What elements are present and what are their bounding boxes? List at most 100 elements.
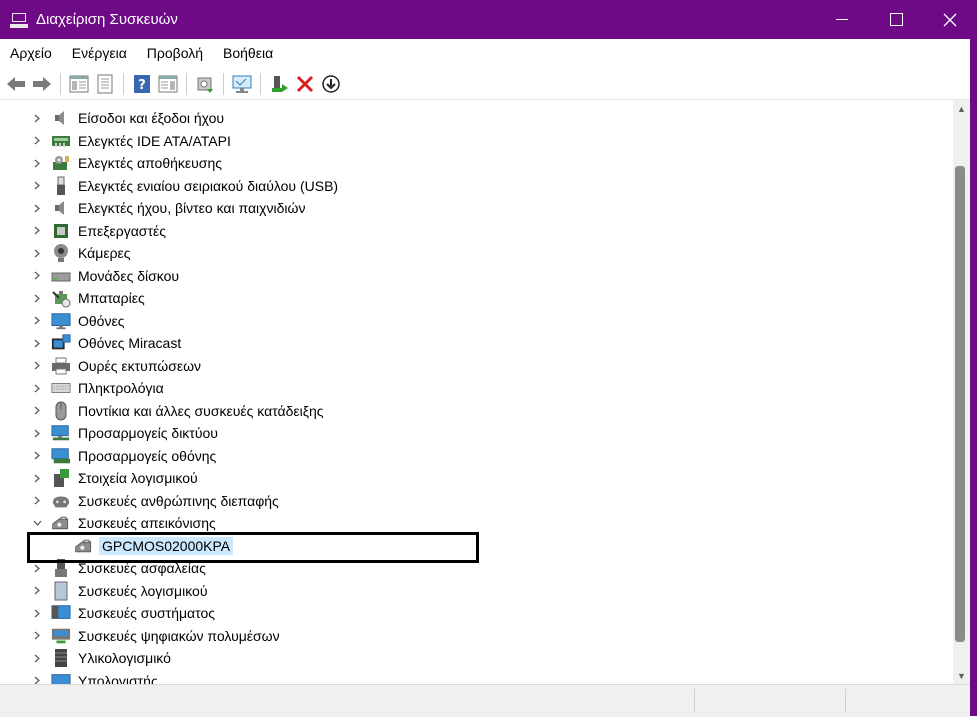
scrollbar-thumb[interactable] — [955, 166, 965, 642]
device-tree: Είσοδοι και έξοδοι ήχου Ελεγκτές IDE ATA/… — [0, 100, 953, 684]
tree-category-item[interactable]: Ελεγκτές ήχου, βίντεο και παιχνιδιών — [0, 197, 953, 219]
tree-category-item[interactable]: Οθόνες Miracast — [0, 332, 953, 354]
chevron-right-icon[interactable] — [32, 400, 42, 422]
tree-category-item[interactable]: Συσκευές λογισμικού — [0, 580, 953, 602]
tree-category-item[interactable]: Συσκευές ψηφιακών πολυμέσων — [0, 625, 953, 647]
camera-icon — [51, 243, 71, 263]
chevron-right-icon[interactable] — [32, 377, 42, 399]
printer-icon — [51, 356, 71, 376]
scroll-up-arrow-icon[interactable]: ▲ — [953, 100, 970, 117]
display-adapter-icon — [51, 446, 71, 466]
chevron-right-icon[interactable] — [32, 625, 42, 647]
chevron-right-icon[interactable] — [32, 602, 42, 624]
properties-button[interactable] — [93, 72, 117, 96]
disable-device-button[interactable] — [319, 72, 343, 96]
help-button[interactable]: ? — [130, 72, 154, 96]
menu-action[interactable]: Ενέργεια — [62, 39, 137, 68]
tree-category-item[interactable]: Οθόνες — [0, 310, 953, 332]
tree-item-label: Πληκτρολόγια — [78, 380, 164, 396]
storage-controller-icon — [51, 153, 71, 173]
chevron-right-icon[interactable] — [32, 107, 42, 129]
tree-category-item[interactable]: Ελεγκτές αποθήκευσης — [0, 152, 953, 174]
chevron-right-icon[interactable] — [32, 242, 42, 264]
imaging-device-icon — [51, 513, 71, 533]
chevron-right-icon[interactable] — [32, 287, 42, 309]
close-button[interactable] — [923, 0, 977, 39]
chevron-right-icon[interactable] — [32, 265, 42, 287]
menu-help[interactable]: Βοήθεια — [213, 39, 283, 68]
vertical-scrollbar[interactable]: ▲ ▼ — [953, 100, 970, 684]
chevron-down-icon[interactable] — [32, 512, 42, 534]
chevron-right-icon[interactable] — [32, 310, 42, 332]
back-icon — [7, 76, 25, 91]
help-icon: ? — [134, 74, 150, 93]
usb-icon — [51, 176, 71, 196]
disk-drive-icon — [51, 266, 71, 286]
forward-button[interactable] — [30, 72, 54, 96]
minimize-button[interactable] — [815, 0, 869, 39]
console-tree-button[interactable] — [67, 72, 91, 96]
chevron-right-icon[interactable] — [32, 152, 42, 174]
chevron-right-icon[interactable] — [32, 220, 42, 242]
tree-category-item[interactable]: Υλικολογισμικό — [0, 647, 953, 669]
chevron-right-icon[interactable] — [32, 175, 42, 197]
enable-device-button[interactable] — [267, 72, 291, 96]
chevron-right-icon[interactable] — [32, 197, 42, 219]
back-button[interactable] — [4, 72, 28, 96]
toolbar-separator — [186, 72, 187, 95]
enable-device-icon — [272, 75, 288, 92]
hid-icon — [51, 491, 71, 511]
speaker-icon — [51, 108, 71, 128]
tree-category-item[interactable]: Πληκτρολόγια — [0, 377, 953, 399]
scan-hardware-icon — [232, 75, 252, 93]
action-pane-button[interactable] — [156, 72, 180, 96]
tree-category-item[interactable]: Συσκευές ανθρώπινης διεπαφής — [0, 490, 953, 512]
chevron-right-icon[interactable] — [32, 332, 42, 354]
tree-category-item[interactable]: Είσοδοι και έξοδοι ήχου — [0, 107, 953, 129]
minimize-icon — [836, 19, 848, 20]
tree-category-item[interactable]: Ελεγκτές IDE ATA/ATAPI — [0, 130, 953, 152]
scan-hardware-button[interactable] — [230, 72, 254, 96]
tree-item-label: Ελεγκτές ενιαίου σειριακού διαύλου (USB) — [78, 177, 339, 194]
tree-category-item[interactable]: Προσαρμογείς δικτύου — [0, 422, 953, 444]
chevron-right-icon[interactable] — [32, 422, 42, 444]
tree-item-label: Συσκευές απεικόνισης — [78, 515, 216, 531]
tree-category-item[interactable]: Κάμερες — [0, 242, 953, 264]
chevron-right-icon[interactable] — [32, 467, 42, 489]
tree-item-label: Μπαταρίες — [78, 290, 145, 306]
tree-category-item[interactable]: Συσκευές απεικόνισης — [0, 512, 953, 534]
tree-category-item[interactable]: Μπαταρίες — [0, 287, 953, 309]
toolbar-separator — [123, 72, 124, 95]
tree-category-item[interactable]: Προσαρμογείς οθόνης — [0, 445, 953, 467]
tree-category-item[interactable]: Μονάδες δίσκου — [0, 265, 953, 287]
tree-category-item[interactable]: Ουρές εκτυπώσεων — [0, 355, 953, 377]
miracast-icon — [51, 333, 71, 353]
chevron-right-icon[interactable] — [32, 580, 42, 602]
tree-category-item[interactable]: Στοιχεία λογισμικού — [0, 467, 953, 489]
maximize-button[interactable] — [869, 0, 923, 39]
uninstall-button[interactable] — [293, 72, 317, 96]
tree-item-label: Συσκευές ψηφιακών πολυμέσων — [78, 627, 280, 644]
tree-item-label: Στοιχεία λογισμικού — [78, 470, 198, 486]
menu-file[interactable]: Αρχείο — [0, 39, 62, 68]
scroll-down-arrow-icon[interactable]: ▼ — [953, 667, 970, 684]
chevron-right-icon[interactable] — [32, 130, 42, 152]
tree-item-label: Προσαρμογείς δικτύου — [78, 425, 218, 441]
chevron-right-icon[interactable] — [32, 445, 42, 467]
tree-category-item[interactable]: Επεξεργαστές — [0, 220, 953, 242]
chevron-right-icon[interactable] — [32, 670, 42, 684]
chevron-right-icon[interactable] — [32, 647, 42, 669]
close-icon — [943, 13, 957, 26]
tree-category-item[interactable]: Υπολογιστής — [0, 670, 953, 684]
chevron-right-icon[interactable] — [32, 355, 42, 377]
tree-item-label: Είσοδοι και έξοδοι ήχου — [78, 110, 225, 126]
keyboard-icon — [51, 378, 71, 398]
chevron-right-icon[interactable] — [32, 490, 42, 512]
tree-category-item[interactable]: Συσκευές συστήματος — [0, 602, 953, 624]
mouse-icon — [51, 401, 71, 421]
menu-view[interactable]: Προβολή — [137, 39, 213, 68]
tree-category-item[interactable]: Ελεγκτές ενιαίου σειριακού διαύλου (USB) — [0, 175, 953, 197]
menu-bar: Αρχείο Ενέργεια Προβολή Βοήθεια — [0, 39, 970, 68]
tree-category-item[interactable]: Ποντίκια και άλλες συσκευές κατάδειξης — [0, 400, 953, 422]
update-driver-button[interactable] — [193, 72, 217, 96]
